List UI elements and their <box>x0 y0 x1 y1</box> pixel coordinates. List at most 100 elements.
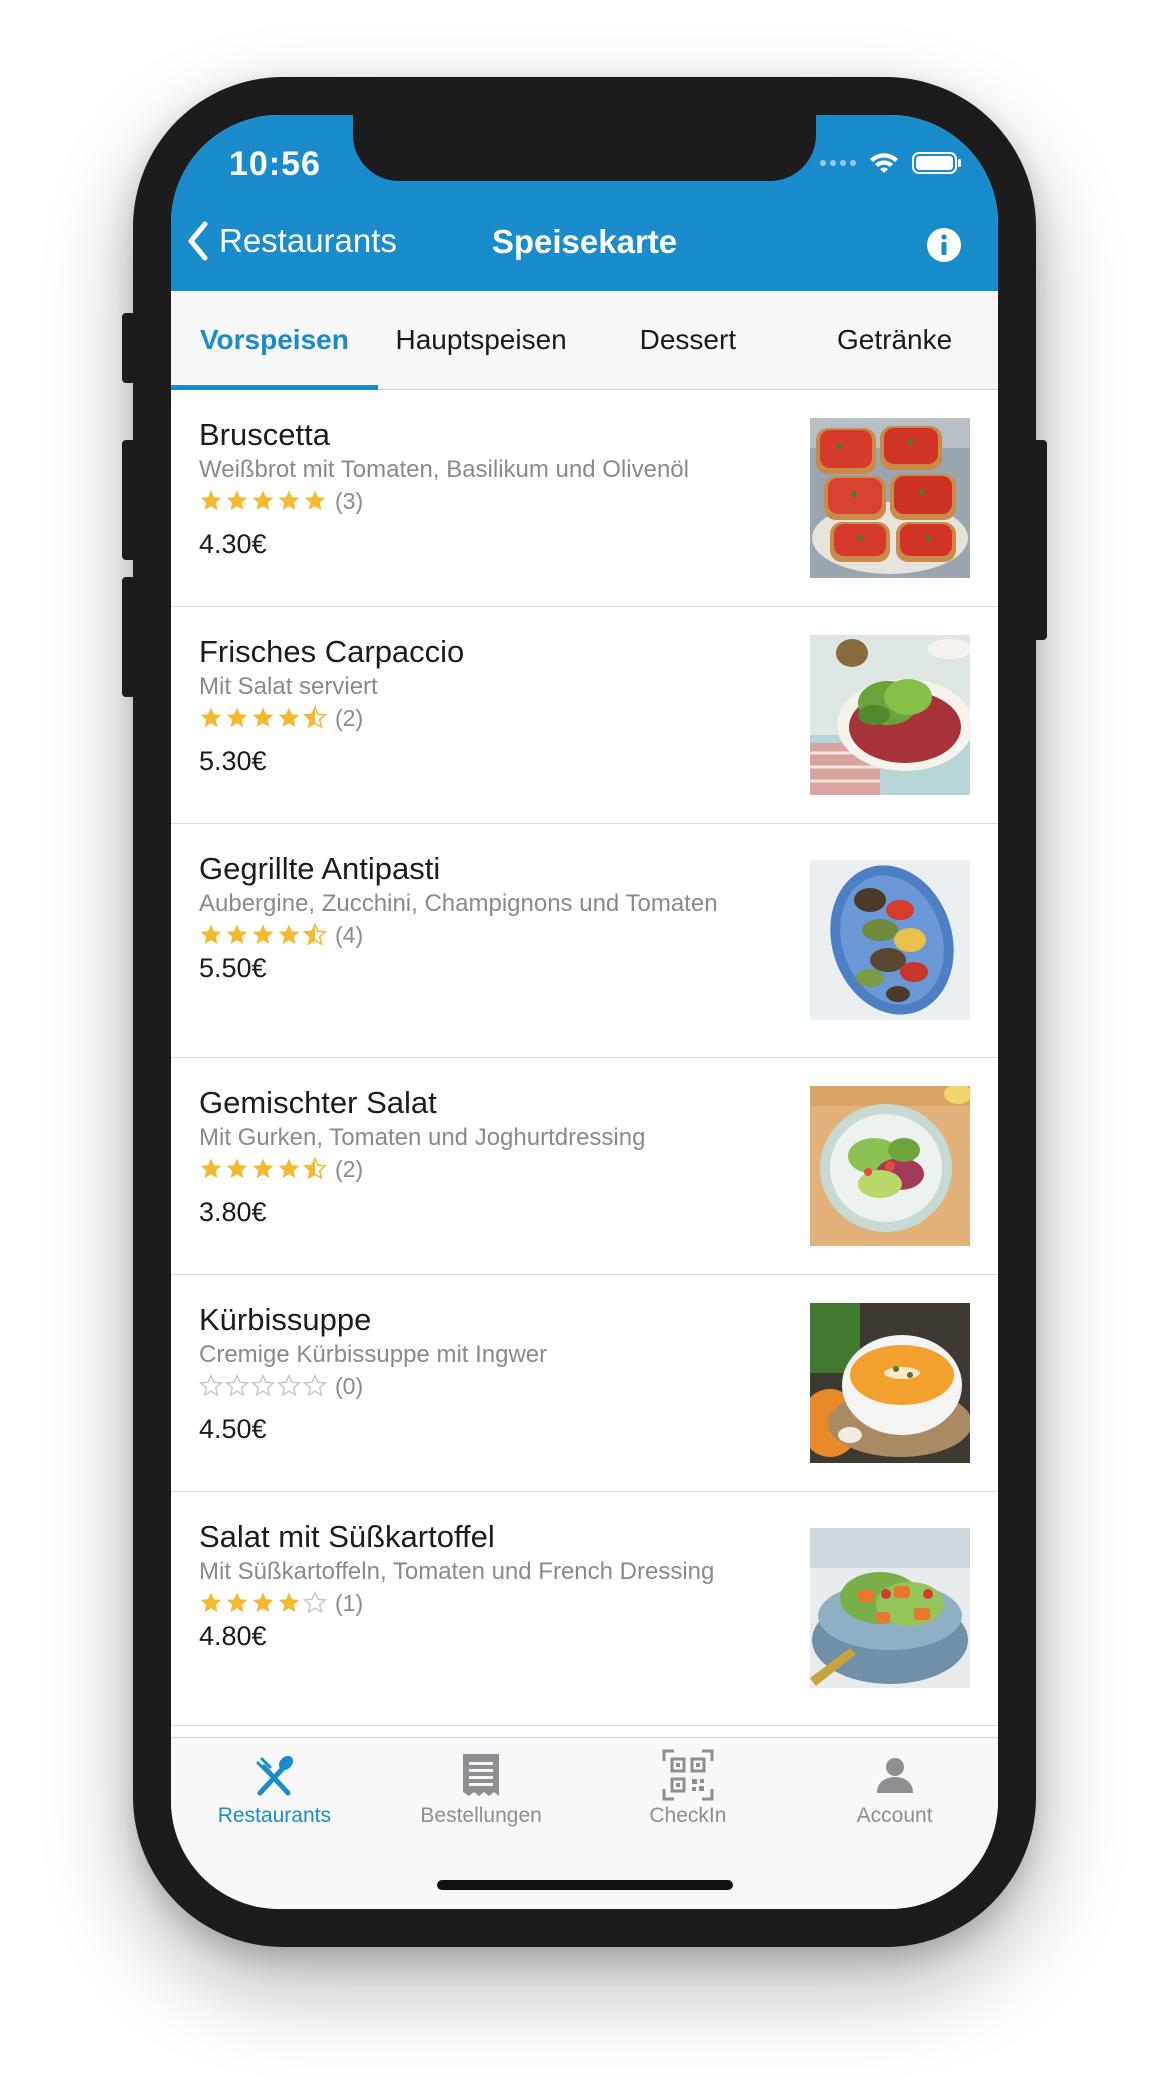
star-empty-icon <box>303 1591 327 1614</box>
star-full-icon <box>200 1158 222 1178</box>
mixed-salad-photo <box>810 1086 970 1246</box>
star-full-icon <box>278 924 300 944</box>
star-full-icon <box>252 1592 274 1612</box>
item-description: Mit Salat serviert <box>199 673 378 700</box>
item-name: Bruscetta <box>199 417 330 452</box>
item-description: Mit Gurken, Tomaten und Joghurtdressing <box>199 1124 646 1151</box>
item-price: 4.30€ <box>199 529 267 559</box>
status-icons <box>820 151 962 175</box>
tab-account-label: Account <box>856 1804 933 1827</box>
star-full-icon <box>304 490 326 510</box>
star-half-icon <box>303 923 327 946</box>
person-icon <box>875 1746 915 1804</box>
star-rating <box>199 706 327 730</box>
info-button[interactable] <box>926 227 962 268</box>
item-price: 4.50€ <box>199 1414 267 1444</box>
star-full-icon <box>278 1158 300 1178</box>
star-full-icon <box>252 1158 274 1178</box>
tab-restaurants-label: Restaurants <box>217 1804 331 1827</box>
category-tabs: Vorspeisen Hauptspeisen Dessert Getränke <box>171 291 998 390</box>
star-full-icon <box>226 707 248 727</box>
signal-icon <box>820 160 856 166</box>
volume-up-button <box>122 440 136 560</box>
pumpkin-soup-photo <box>810 1303 970 1463</box>
rating-count: (1) <box>335 1589 364 1616</box>
star-full-icon <box>278 707 300 727</box>
item-price: 4.80€ <box>199 1621 267 1651</box>
item-rating: (2) <box>199 702 769 734</box>
menu-item[interactable]: Gegrillte Antipasti Aubergine, Zucchini,… <box>171 824 998 1058</box>
star-full-icon <box>252 490 274 510</box>
menu-item[interactable]: Bruscetta Weißbrot mit Tomaten, Basiliku… <box>171 390 998 607</box>
star-full-icon <box>200 490 222 510</box>
menu-item-text: Gegrillte Antipasti Aubergine, Zucchini,… <box>199 850 769 985</box>
star-full-icon <box>226 1158 248 1178</box>
menu-item[interactable]: Salat mit Süßkartoffel Mit Süßkartoffeln… <box>171 1492 998 1726</box>
tab-bestellungen[interactable]: Bestellungen <box>378 1746 585 1846</box>
item-description: Weißbrot mit Tomaten, Basilikum und Oliv… <box>199 456 689 483</box>
tab-checkin[interactable]: CheckIn <box>585 1746 792 1846</box>
star-rating <box>199 1157 327 1181</box>
tab-checkin-label: CheckIn <box>649 1804 727 1827</box>
item-name: Salat mit Süßkartoffel <box>199 1519 495 1554</box>
star-rating <box>199 1591 327 1615</box>
item-description: Mit Süßkartoffeln, Tomaten und French Dr… <box>199 1558 715 1585</box>
item-name: Frisches Carpaccio <box>199 634 465 669</box>
tab-getraenke[interactable]: Getränke <box>791 291 998 389</box>
star-empty-icon <box>199 1374 223 1397</box>
menu-item-text: Kürbissuppe Cremige Kürbissuppe mit Ingw… <box>199 1301 769 1446</box>
menu-item-text: Bruscetta Weißbrot mit Tomaten, Basiliku… <box>199 416 769 561</box>
app-screen: 10:56 Restaurants Speisekarte Vorspeisen… <box>171 115 998 1909</box>
item-price: 5.30€ <box>199 746 267 776</box>
item-name: Gegrillte Antipasti <box>199 851 441 886</box>
rating-count: (4) <box>335 921 364 948</box>
antipasti-photo <box>810 860 970 1020</box>
menu-item[interactable]: Kürbissuppe Cremige Kürbissuppe mit Ingw… <box>171 1275 998 1492</box>
menu-item-text: Gemischter Salat Mit Gurken, Tomaten und… <box>199 1084 769 1229</box>
star-half-icon <box>303 706 327 729</box>
star-full-icon <box>226 490 248 510</box>
star-empty-icon <box>303 1374 327 1397</box>
sweet-potato-salad-photo <box>810 1528 970 1688</box>
star-full-icon <box>252 707 274 727</box>
item-rating: (1) <box>199 1587 769 1619</box>
power-button <box>1033 440 1047 640</box>
menu-item[interactable]: Frisches Carpaccio Mit Salat serviert (2… <box>171 607 998 824</box>
tab-hauptspeisen[interactable]: Hauptspeisen <box>378 291 585 389</box>
rating-count: (0) <box>335 1372 364 1399</box>
tab-account[interactable]: Account <box>791 1746 998 1846</box>
star-full-icon <box>200 707 222 727</box>
rating-count: (2) <box>335 704 364 731</box>
menu-item-text: Frisches Carpaccio Mit Salat serviert (2… <box>199 633 769 778</box>
tab-vorspeisen[interactable]: Vorspeisen <box>171 291 378 390</box>
item-rating: (2) <box>199 1153 769 1185</box>
volume-down-button <box>122 577 136 697</box>
wifi-icon <box>870 153 898 173</box>
star-full-icon <box>226 1592 248 1612</box>
menu-item-text: Salat mit Süßkartoffel Mit Süßkartoffeln… <box>199 1518 769 1653</box>
page-title: Speisekarte <box>491 223 678 260</box>
status-time: 10:56 <box>229 145 321 183</box>
carpaccio-photo <box>810 635 970 795</box>
star-rating <box>199 489 327 513</box>
star-rating <box>199 1374 327 1398</box>
item-rating: (4) <box>199 919 769 951</box>
tab-dessert[interactable]: Dessert <box>585 291 792 389</box>
item-rating: (3) <box>199 485 769 517</box>
star-full-icon <box>200 1592 222 1612</box>
star-full-icon <box>278 490 300 510</box>
item-name: Kürbissuppe <box>199 1302 372 1337</box>
battery-icon <box>912 152 961 174</box>
info-icon <box>927 228 961 262</box>
star-full-icon <box>200 924 222 944</box>
bruschetta-photo <box>810 418 970 578</box>
device-notch <box>353 115 816 181</box>
item-price: 5.50€ <box>199 953 267 983</box>
menu-item[interactable]: Gemischter Salat Mit Gurken, Tomaten und… <box>171 1058 998 1275</box>
tab-restaurants[interactable]: Restaurants <box>171 1746 378 1846</box>
star-empty-icon <box>251 1374 275 1397</box>
star-full-icon <box>252 924 274 944</box>
rating-count: (3) <box>335 487 364 514</box>
star-full-icon <box>226 924 248 944</box>
item-description: Aubergine, Zucchini, Champignons und Tom… <box>199 890 718 917</box>
